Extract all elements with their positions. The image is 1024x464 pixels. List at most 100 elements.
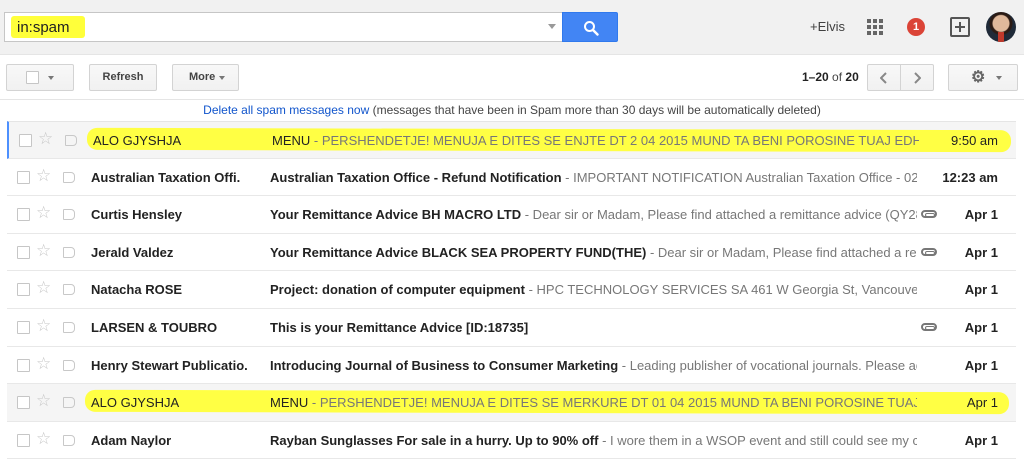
message-date: Apr 1 [964, 319, 998, 335]
importance-marker-icon[interactable] [65, 135, 77, 146]
more-button[interactable]: More [172, 64, 239, 91]
message-subject: Your Remittance Advice BH MACRO LTD [270, 207, 522, 223]
pager-of: of [832, 70, 843, 84]
row-checkbox[interactable] [17, 245, 30, 259]
search-icon [584, 21, 599, 36]
message-row[interactable]: ☆ Henry Stewart Publicatio. Introducing Jo… [7, 346, 1016, 385]
select-all-checkbox[interactable] [26, 71, 39, 84]
row-checkbox[interactable] [19, 134, 32, 147]
star-icon[interactable]: ☆ [36, 316, 51, 335]
message-preview: Your Remittance Advice BH MACRO LTD - De… [270, 207, 917, 222]
delete-all-spam-link[interactable]: Delete all spam messages now [203, 103, 369, 117]
message-date: Apr 1 [964, 432, 998, 448]
star-icon[interactable]: ☆ [38, 130, 53, 148]
message-snippet: - PERSHENDETJE! MENUJA E DITES SE ENJTE … [310, 133, 919, 148]
spam-notice-text: (messages that have been in Spam more th… [372, 103, 821, 117]
message-row[interactable]: ☆ ALO GJYSHJA MENU - PERSHENDETJE! MENUJA … [7, 384, 1016, 422]
sender-name: Adam Naylor [91, 432, 172, 448]
refresh-button[interactable]: Refresh [89, 64, 157, 91]
star-icon[interactable]: ☆ [36, 392, 51, 410]
message-date: Apr 1 [964, 357, 998, 373]
message-subject: Rayban Sunglasses For sale in a hurry. U… [270, 432, 599, 448]
message-snippet: - Leading publisher of vocational journa… [621, 357, 917, 373]
importance-marker-icon[interactable] [63, 171, 75, 183]
message-date: Apr 1 [964, 244, 998, 260]
star-icon[interactable]: ☆ [36, 166, 51, 185]
google-plus-name-link[interactable]: +Elvis [810, 19, 845, 34]
message-subject: Australian Taxation Office - Refund Noti… [270, 169, 562, 185]
attachment-paperclip-icon [921, 247, 937, 256]
star-icon[interactable]: ☆ [36, 429, 51, 448]
sender-name: ALO GJYSHJA [91, 395, 180, 411]
row-checkbox[interactable] [17, 396, 30, 410]
chevron-down-icon [996, 76, 1002, 80]
older-button[interactable] [900, 64, 934, 91]
importance-marker-icon[interactable] [63, 434, 75, 446]
sender-name: Australian Taxation Offi. [91, 169, 241, 185]
message-snippet: - PERSHENDETJE! MENUJA E DITES SE MERKUR… [308, 395, 917, 411]
message-row[interactable]: ☆ Australian Taxation Offi. Australian Tax… [7, 158, 1016, 197]
chevron-right-icon [914, 72, 921, 84]
chevron-down-icon [219, 76, 225, 80]
chevron-left-icon [880, 72, 887, 84]
message-preview: Your Remittance Advice BLACK SEA PROPERT… [270, 245, 917, 260]
importance-marker-icon[interactable] [63, 284, 75, 296]
attachment-paperclip-icon [921, 322, 937, 331]
importance-marker-icon[interactable] [63, 359, 75, 371]
importance-marker-icon[interactable] [63, 397, 75, 409]
message-subject: Project: donation of computer equipment [270, 282, 525, 298]
message-subject: Introducing Journal of Business to Consu… [270, 357, 619, 373]
spam-notice: Delete all spam messages now (messages t… [0, 103, 1024, 117]
search-options-caret-icon[interactable] [548, 24, 556, 29]
message-date: 9:50 am [951, 133, 998, 148]
more-button-label: More [189, 71, 216, 83]
top-header: +Elvis 1 [0, 0, 1024, 55]
importance-marker-icon[interactable] [63, 209, 75, 221]
star-icon[interactable]: ☆ [36, 279, 51, 297]
row-checkbox[interactable] [17, 320, 30, 334]
message-preview: Project: donation of computer equipment … [270, 282, 917, 297]
message-preview: MENU - PERSHENDETJE! MENUJA E DITES SE E… [272, 133, 919, 148]
message-preview: Introducing Journal of Business to Consu… [270, 358, 917, 373]
sender-name: LARSEN & TOUBRO [91, 319, 218, 335]
notifications-badge[interactable]: 1 [907, 18, 925, 36]
row-checkbox[interactable] [17, 170, 30, 184]
importance-marker-icon[interactable] [63, 321, 75, 333]
avatar[interactable] [986, 12, 1016, 42]
message-row[interactable]: ☆ LARSEN & TOUBRO This is your Remittance … [7, 308, 1016, 347]
message-subject: MENU [272, 133, 311, 148]
message-row[interactable]: ☆ Jerald Valdez Your Remittance Advice BLA… [7, 233, 1016, 272]
message-snippet: - I wore them in a WSOP event and still … [602, 432, 917, 448]
message-preview: Australian Taxation Office - Refund Noti… [270, 170, 917, 185]
mail-toolbar: Refresh More 1–20 of 20 ⚙ [0, 55, 1024, 100]
apps-grid-icon[interactable] [867, 19, 883, 35]
search-input[interactable] [17, 17, 537, 37]
star-icon[interactable]: ☆ [36, 204, 51, 222]
pager-range: 1–20 [802, 70, 829, 84]
message-row[interactable]: ☆ Curtis Hensley Your Remittance Advice BH… [7, 196, 1016, 234]
message-snippet: - IMPORTANT NOTIFICATION Australian Taxa… [565, 169, 917, 185]
star-icon[interactable]: ☆ [36, 241, 51, 260]
select-dropdown-button[interactable] [6, 64, 74, 91]
settings-button[interactable]: ⚙ [948, 64, 1018, 91]
star-icon[interactable]: ☆ [36, 354, 51, 373]
message-snippet: - HPC TECHNOLOGY SERVICES SA 461 W Georg… [524, 282, 917, 298]
message-subject: MENU [270, 395, 309, 411]
message-preview: Rayban Sunglasses For sale in a hurry. U… [270, 433, 917, 448]
share-plus-icon[interactable] [950, 17, 970, 37]
message-row[interactable]: ☆ Natacha ROSE Project: donation of comput… [7, 271, 1016, 309]
sender-name: ALO GJYSHJA [93, 133, 182, 148]
search-box[interactable] [4, 12, 562, 42]
pager-text: 1–20 of 20 [802, 70, 859, 84]
message-date: 12:23 am [942, 169, 998, 185]
row-checkbox[interactable] [17, 208, 30, 222]
row-checkbox[interactable] [17, 283, 30, 297]
message-row[interactable]: ☆ Adam Naylor Rayban Sunglasses For sale i… [7, 421, 1016, 460]
row-checkbox[interactable] [17, 358, 30, 372]
search-button[interactable] [562, 12, 618, 42]
newer-button[interactable] [867, 64, 901, 91]
importance-marker-icon[interactable] [63, 246, 75, 258]
message-preview: MENU - PERSHENDETJE! MENUJA E DITES SE M… [270, 395, 917, 410]
message-row[interactable]: ☆ ALO GJYSHJA MENU - PERSHENDETJE! MENUJA … [7, 121, 1016, 159]
row-checkbox[interactable] [17, 433, 30, 447]
